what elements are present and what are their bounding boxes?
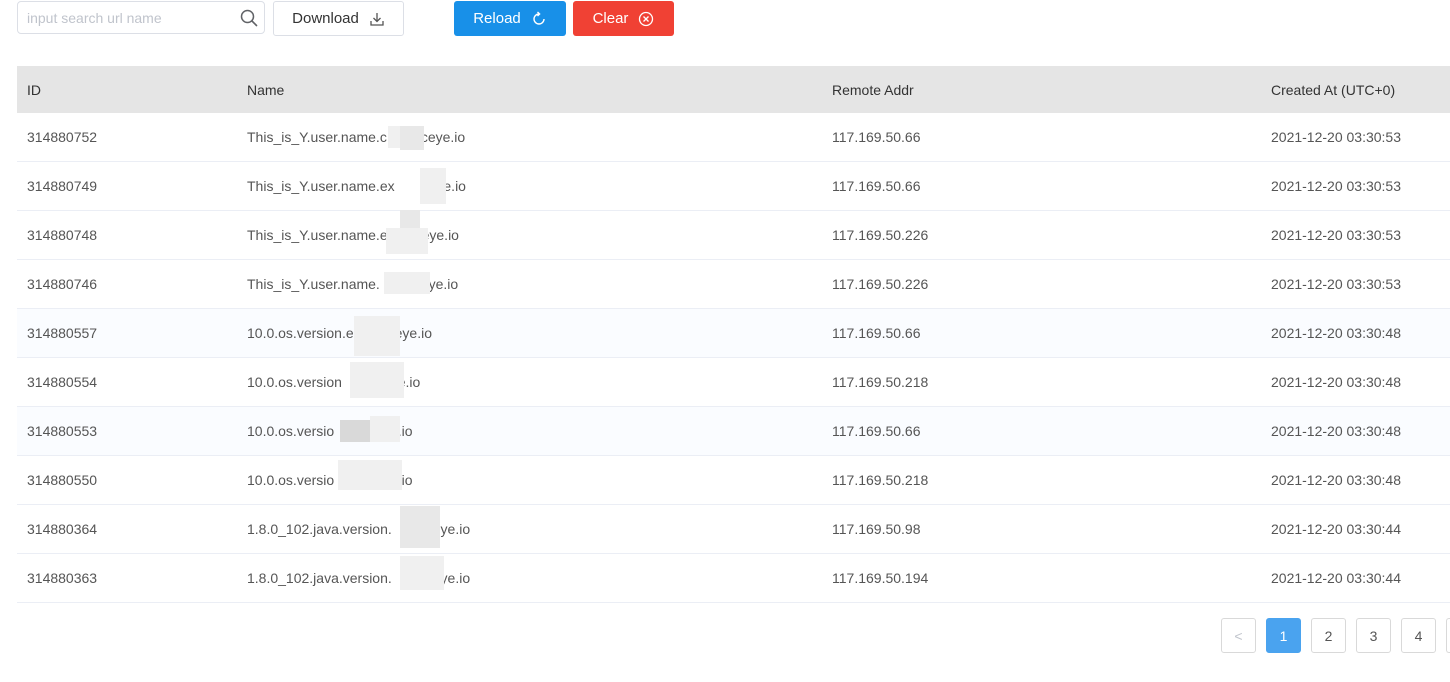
cell-remote-addr: 117.169.50.66 <box>832 129 921 145</box>
download-icon <box>369 11 385 27</box>
reload-label: Reload <box>473 10 521 27</box>
cell-id: 314880752 <box>27 129 98 145</box>
cell-name: 10.0.os.version.e ceye.io <box>247 325 432 341</box>
cell-created-at: 2021-12-20 03:30:48 <box>1271 423 1401 439</box>
clear-circle-icon <box>638 11 654 27</box>
table-row[interactable]: 314880752 This_is_Y.user.name.c ceye.io 117… <box>17 113 1450 162</box>
table-row[interactable]: 314880746 This_is_Y.user.name. ceye.io 117.… <box>17 260 1450 309</box>
cell-name-prefix: 1.8.0_102.java.version. <box>247 521 392 537</box>
cell-created-at: 2021-12-20 03:30:53 <box>1271 227 1401 243</box>
cell-name-prefix: This_is_Y.user.name.c <box>247 129 387 145</box>
cell-remote-addr: 117.169.50.66 <box>832 178 921 194</box>
search-icon[interactable] <box>240 9 258 27</box>
table-row[interactable]: 314880363 1.8.0_102.java.version. ceye.io 1… <box>17 554 1450 603</box>
cell-remote-addr: 117.169.50.226 <box>832 276 929 292</box>
page-button-3[interactable]: 3 <box>1356 618 1391 653</box>
column-header-name[interactable]: Name <box>247 82 284 98</box>
cell-id: 314880746 <box>27 276 98 292</box>
prev-page-button[interactable]: < <box>1221 618 1256 653</box>
table-row[interactable]: 314880557 10.0.os.version.e ceye.io 117.169… <box>17 309 1450 358</box>
cell-name-prefix: 1.8.0_102.java.version. <box>247 570 392 586</box>
cell-remote-addr: 117.169.50.66 <box>832 325 921 341</box>
table-header: ID Name Remote Addr Created At (UTC+0) <box>17 66 1450 113</box>
cell-created-at: 2021-12-20 03:30:53 <box>1271 129 1401 145</box>
cell-remote-addr: 117.169.50.218 <box>832 374 929 390</box>
table-row[interactable]: 314880749 This_is_Y.user.name.ex eye.io 117… <box>17 162 1450 211</box>
cell-remote-addr: 117.169.50.218 <box>832 472 929 488</box>
page-button-next-partial[interactable] <box>1446 618 1450 653</box>
cell-id: 314880364 <box>27 521 98 537</box>
column-header-created-at[interactable]: Created At (UTC+0) <box>1271 82 1395 98</box>
cell-name-prefix: This_is_Y.user.name. <box>247 276 380 292</box>
table-row[interactable]: 314880748 This_is_Y.user.name.e eye.io 117.… <box>17 211 1450 260</box>
cell-name-prefix: 10.0.os.versio <box>247 423 335 439</box>
cell-created-at: 2021-12-20 03:30:44 <box>1271 521 1401 537</box>
cell-name-prefix: 10.0.os.version.e <box>247 325 354 341</box>
cell-id: 314880749 <box>27 178 98 194</box>
page-button-4[interactable]: 4 <box>1401 618 1436 653</box>
cell-id: 314880748 <box>27 227 98 243</box>
page-button-1[interactable]: 1 <box>1266 618 1301 653</box>
cell-name-suffix: ceye.io <box>420 129 466 145</box>
cell-created-at: 2021-12-20 03:30:48 <box>1271 472 1401 488</box>
cell-name-prefix: 10.0.os.versio <box>247 472 335 488</box>
table-body: 314880752 This_is_Y.user.name.c ceye.io 117… <box>17 113 1450 603</box>
table-row[interactable]: 31488055310.0.os.versioceye.io117.169.50… <box>17 407 1450 456</box>
cell-remote-addr: 117.169.50.194 <box>832 570 929 586</box>
cell-id: 314880550 <box>27 472 98 488</box>
reload-icon <box>531 10 547 27</box>
column-header-remote-addr[interactable]: Remote Addr <box>832 82 914 98</box>
cell-created-at: 2021-12-20 03:30:53 <box>1271 178 1401 194</box>
download-label: Download <box>292 10 359 27</box>
toolbar: Download Reload Clear <box>17 1 1450 36</box>
cell-name-prefix: This_is_Y.user.name.ex <box>247 178 395 194</box>
page-button-2[interactable]: 2 <box>1311 618 1346 653</box>
clear-label: Clear <box>592 10 629 27</box>
search-box <box>17 1 265 34</box>
table-row[interactable]: 31488055410.0.os.versionceye.io117.169.5… <box>17 358 1450 407</box>
cell-id: 314880554 <box>27 374 98 390</box>
cell-created-at: 2021-12-20 03:30:48 <box>1271 374 1401 390</box>
download-button[interactable]: Download <box>273 1 404 36</box>
table-row[interactable]: 314880364 1.8.0_102.java.version. ceye.io 1… <box>17 505 1450 554</box>
reload-button[interactable]: Reload <box>454 1 566 36</box>
search-input[interactable] <box>18 2 238 33</box>
cell-created-at: 2021-12-20 03:30:48 <box>1271 325 1401 341</box>
cell-remote-addr: 117.169.50.226 <box>832 227 929 243</box>
cell-remote-addr: 117.169.50.66 <box>832 423 921 439</box>
cell-name-prefix: 10.0.os.version <box>247 374 342 390</box>
cell-remote-addr: 117.169.50.98 <box>832 521 921 537</box>
table-row[interactable]: 31488055010.0.os.versioceye.io117.169.50… <box>17 456 1450 505</box>
cell-created-at: 2021-12-20 03:30:53 <box>1271 276 1401 292</box>
column-header-id[interactable]: ID <box>27 82 41 98</box>
cell-id: 314880553 <box>27 423 98 439</box>
cell-id: 314880557 <box>27 325 98 341</box>
cell-name: This_is_Y.user.name.c ceye.io <box>247 129 465 145</box>
cell-id: 314880363 <box>27 570 98 586</box>
clear-button[interactable]: Clear <box>573 1 674 36</box>
cell-name-prefix: This_is_Y.user.name.e <box>247 227 388 243</box>
records-table: ID Name Remote Addr Created At (UTC+0) 3… <box>17 66 1450 603</box>
cell-created-at: 2021-12-20 03:30:44 <box>1271 570 1401 586</box>
